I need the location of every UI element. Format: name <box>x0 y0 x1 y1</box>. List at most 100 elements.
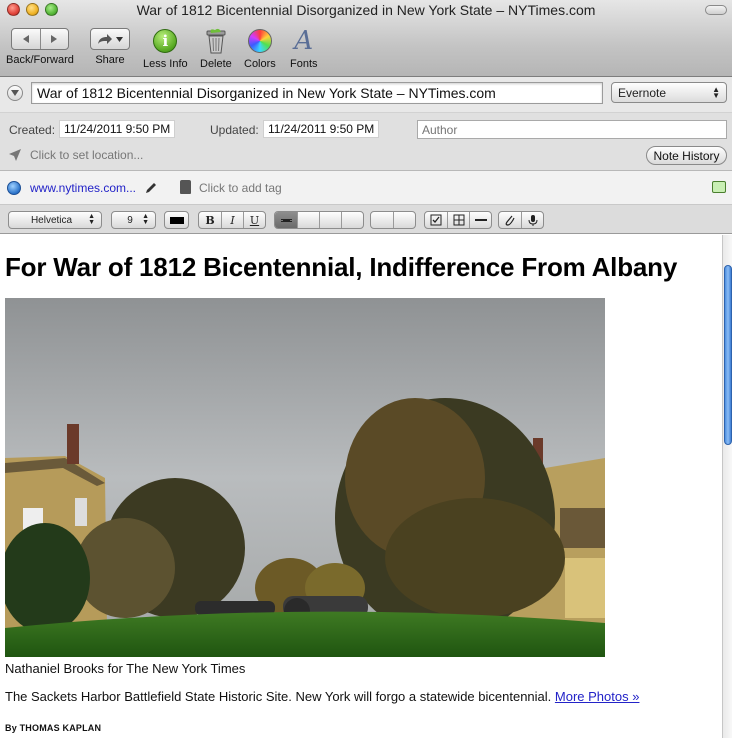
notebook-select[interactable]: Evernote ▲ ▼ <box>611 82 727 103</box>
more-photos-link[interactable]: More Photos » <box>555 689 640 704</box>
back-button[interactable] <box>12 29 40 49</box>
numbered-list-icon <box>394 216 415 225</box>
note-link-icon[interactable] <box>712 181 726 193</box>
photo-credit: Nathaniel Brooks for The New York Times <box>5 661 246 676</box>
font-size-select[interactable]: 9 ▲ ▼ <box>111 211 156 229</box>
author-input[interactable] <box>417 120 727 139</box>
colors-button[interactable] <box>247 28 273 54</box>
tag-icon <box>180 180 191 194</box>
less-info-button[interactable]: i <box>152 28 178 54</box>
italic-button[interactable]: I <box>221 212 243 228</box>
article-byline: By THOMAS KAPLAN <box>5 723 102 733</box>
alignment-group <box>274 211 364 229</box>
list-group <box>370 211 416 229</box>
attach-group <box>498 211 544 229</box>
note-title-row: Evernote ▲▼ <box>0 77 732 112</box>
back-arrow-icon <box>22 35 29 43</box>
evernote-window: War of 1812 Bicentennial Disorganized in… <box>0 0 732 738</box>
back-forward-control <box>10 28 69 50</box>
colors-group: Colors <box>244 28 276 70</box>
set-location-field[interactable]: Click to set location... <box>30 148 143 162</box>
article-photo <box>5 298 605 657</box>
align-justify-icon <box>342 216 363 225</box>
bullet-list-icon <box>371 216 393 225</box>
horizontal-rule-icon <box>474 219 487 221</box>
table-icon <box>453 214 464 226</box>
bullet-list-button[interactable] <box>371 212 393 228</box>
note-content[interactable]: For War of 1812 Bicentennial, Indifferen… <box>0 235 722 738</box>
text-color-swatch <box>169 216 184 224</box>
updated-label: Updated: <box>210 123 259 137</box>
created-label: Created: <box>9 123 56 137</box>
record-audio-button[interactable] <box>521 212 543 228</box>
align-left-icon <box>280 216 292 225</box>
delete-group: Delete <box>200 28 232 70</box>
bold-button[interactable]: B <box>199 212 221 228</box>
text-color-button[interactable] <box>164 211 189 229</box>
numbered-list-button[interactable] <box>393 212 415 228</box>
horizontal-rule-button[interactable] <box>469 212 491 228</box>
content-scrollbar[interactable] <box>722 235 732 738</box>
summary-text: The Sackets Harbor Battlefield State His… <box>5 689 552 704</box>
updated-date-field[interactable]: 11/24/2011 9:50 PM <box>263 120 380 138</box>
colors-label: Colors <box>244 58 276 70</box>
align-justify-button[interactable] <box>341 212 363 228</box>
fonts-icon: A <box>294 26 314 56</box>
back-forward-group: Back/Forward <box>6 28 74 66</box>
delete-button[interactable] <box>203 28 229 54</box>
align-right-button[interactable] <box>319 212 341 228</box>
select-arrows-icon: ▲ ▼ <box>142 213 149 226</box>
format-bar: Helvetica ▲ ▼ 9 ▲ ▼ B I U <box>0 205 732 234</box>
underline-button[interactable]: U <box>243 212 265 228</box>
note-title-input[interactable] <box>31 82 603 104</box>
forward-button[interactable] <box>39 29 68 49</box>
paperclip-icon <box>505 215 515 226</box>
less-info-group: i Less Info <box>143 28 188 70</box>
scrollbar-thumb[interactable] <box>724 265 732 445</box>
back-forward-label: Back/Forward <box>6 54 74 66</box>
chevron-down-icon <box>116 36 123 42</box>
align-center-button[interactable] <box>297 212 319 228</box>
info-icon: i <box>153 29 178 53</box>
share-label: Share <box>95 54 125 66</box>
text-style-group: B I U <box>198 211 266 229</box>
notebook-select-value: Evernote <box>618 85 667 100</box>
window-title: War of 1812 Bicentennial Disorganized in… <box>136 2 596 18</box>
info-disclosure-button[interactable] <box>7 85 23 101</box>
created-date-field[interactable]: 11/24/2011 9:50 PM <box>59 120 176 138</box>
color-wheel-icon <box>247 29 272 53</box>
select-arrows-icon: ▲ ▼ <box>712 84 720 100</box>
align-left-button[interactable] <box>275 212 297 228</box>
photo-summary: The Sackets Harbor Battlefield State His… <box>5 689 639 704</box>
font-size-value: 9 <box>127 214 133 226</box>
microphone-icon <box>528 215 537 226</box>
add-tag-field[interactable]: Click to add tag <box>199 181 282 195</box>
source-url-link[interactable]: www.nytimes.com... <box>30 181 136 195</box>
checkbox-button[interactable] <box>425 212 447 228</box>
share-button[interactable] <box>90 28 130 50</box>
share-arrow-icon <box>98 34 112 44</box>
align-right-icon <box>320 216 341 225</box>
window-toolbar: War of 1812 Bicentennial Disorganized in… <box>0 0 732 77</box>
delete-label: Delete <box>200 58 232 70</box>
fonts-group: A Fonts <box>290 28 318 70</box>
fonts-label: Fonts <box>290 58 318 70</box>
trash-icon <box>206 28 226 54</box>
fonts-button[interactable]: A <box>291 28 317 54</box>
less-info-label: Less Info <box>143 58 188 70</box>
align-center-icon <box>298 216 319 225</box>
toolbar-toggle-button[interactable] <box>705 5 727 15</box>
battlefield-photo-image <box>5 298 605 657</box>
note-history-button[interactable]: Note History <box>646 146 727 165</box>
attach-file-button[interactable] <box>499 212 521 228</box>
forward-arrow-icon <box>51 35 58 43</box>
pencil-icon[interactable] <box>144 181 158 195</box>
note-info-panel: Created: 11/24/2011 9:50 PM Updated: 11/… <box>0 112 732 171</box>
share-group: Share <box>90 28 130 66</box>
table-button[interactable] <box>447 212 469 228</box>
location-arrow-icon <box>9 149 21 161</box>
insert-group <box>424 211 492 229</box>
source-tag-row: www.nytimes.com... Click to add tag <box>0 171 732 205</box>
font-family-select[interactable]: Helvetica ▲ ▼ <box>8 211 102 229</box>
article-headline: For War of 1812 Bicentennial, Indifferen… <box>5 252 678 282</box>
